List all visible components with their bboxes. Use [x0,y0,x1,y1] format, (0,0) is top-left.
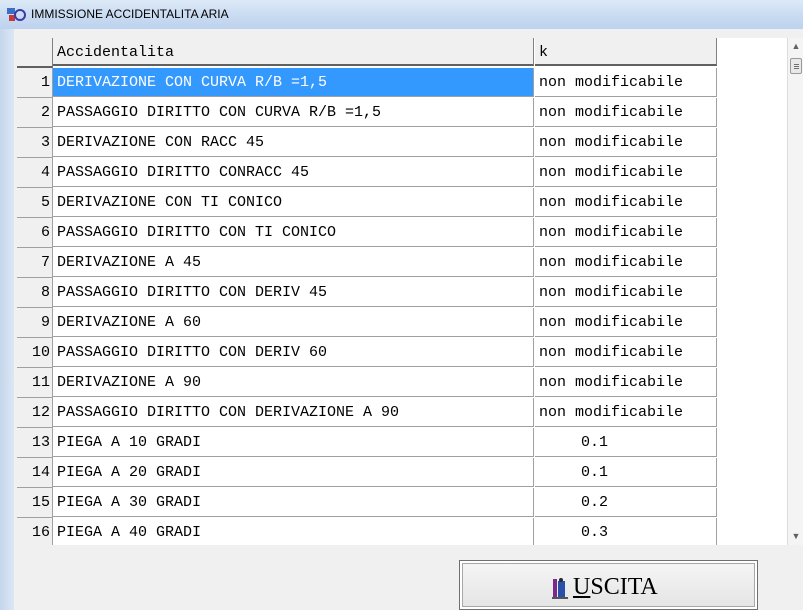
scroll-down-icon[interactable]: ▼ [788,528,803,545]
table-row[interactable]: 4 PASSAGGIO DIRITTO CONRACC 45 non modific… [17,158,718,188]
row-number[interactable]: 5 [17,188,53,218]
accidentalita-cell[interactable]: DERIVAZIONE CON TI CONICO [53,188,534,217]
column-header-accidentalita[interactable]: Accidentalita [53,38,534,66]
row-number[interactable]: 8 [17,278,53,308]
k-cell[interactable]: non modificabile [535,128,717,157]
accidentalita-cell[interactable]: PASSAGGIO DIRITTO CON CURVA R/B =1,5 [53,98,534,127]
k-cell[interactable]: non modificabile [535,68,717,97]
accidentalita-cell[interactable]: PASSAGGIO DIRITTO CON DERIV 60 [53,338,534,367]
grid-header-row: Accidentalita k [17,38,718,68]
accidentalita-cell[interactable]: PIEGA A 30 GRADI [53,488,534,517]
table-row[interactable]: 14 PIEGA A 20 GRADI 0.1 [17,458,718,488]
table-row[interactable]: 8 PASSAGGIO DIRITTO CON DERIV 45 non modif… [17,278,718,308]
accidentalita-cell[interactable]: PASSAGGIO DIRITTO CON TI CONICO [53,218,534,247]
table-row[interactable]: 13 PIEGA A 10 GRADI 0.1 [17,428,718,458]
table-row[interactable]: 1 DERIVAZIONE CON CURVA R/B =1,5 non modif… [17,68,718,98]
accidentalita-cell[interactable]: PASSAGGIO DIRITTO CON DERIV 45 [53,278,534,307]
k-cell[interactable]: non modificabile [535,188,717,217]
accidentalita-cell[interactable]: DERIVAZIONE CON CURVA R/B =1,5 [53,68,534,97]
app-icon [7,8,26,21]
table-row[interactable]: 6 PASSAGGIO DIRITTO CON TI CONICO non modi… [17,218,718,248]
accidentalita-cell[interactable]: DERIVAZIONE CON RACC 45 [53,128,534,157]
scroll-up-icon[interactable]: ▲ [788,38,803,55]
uscita-button[interactable]: USCITA [459,560,758,610]
accidentalita-grid[interactable]: Accidentalita k 1 DERIVAZIONE CON CURVA R… [17,38,803,545]
row-number[interactable]: 1 [17,68,53,98]
row-number[interactable]: 3 [17,128,53,158]
row-number[interactable]: 14 [17,458,53,488]
row-number[interactable]: 9 [17,308,53,338]
scroll-thumb[interactable] [790,58,802,74]
accidentalita-cell[interactable]: PASSAGGIO DIRITTO CON DERIVAZIONE A 90 [53,398,534,427]
row-number[interactable]: 10 [17,338,53,368]
table-row[interactable]: 9 DERIVAZIONE A 60 non modificabile [17,308,718,338]
k-cell[interactable]: 0.1 [535,458,717,487]
accidentalita-cell[interactable]: DERIVAZIONE A 45 [53,248,534,277]
table-row[interactable]: 11 DERIVAZIONE A 90 non modificabile [17,368,718,398]
k-cell[interactable]: 0.3 [535,518,717,545]
row-number[interactable]: 16 [17,518,53,545]
k-cell[interactable]: non modificabile [535,338,717,367]
table-row[interactable]: 3 DERIVAZIONE CON RACC 45 non modificabile [17,128,718,158]
row-number[interactable]: 12 [17,398,53,428]
accidentalita-cell[interactable]: PIEGA A 20 GRADI [53,458,534,487]
k-cell[interactable]: 0.1 [535,428,717,457]
row-number[interactable]: 11 [17,368,53,398]
k-cell[interactable]: non modificabile [535,98,717,127]
table-row[interactable]: 7 DERIVAZIONE A 45 non modificabile [17,248,718,278]
row-number[interactable]: 6 [17,218,53,248]
vertical-scrollbar[interactable]: ▲ ▼ [787,38,803,545]
door-exit-icon [552,578,568,599]
k-cell[interactable]: non modificabile [535,248,717,277]
table-row[interactable]: 2 PASSAGGIO DIRITTO CON CURVA R/B =1,5 non… [17,98,718,128]
table-row[interactable]: 15 PIEGA A 30 GRADI 0.2 [17,488,718,518]
row-number[interactable]: 2 [17,98,53,128]
table-row[interactable]: 16 PIEGA A 40 GRADI 0.3 [17,518,718,545]
k-cell[interactable]: 0.2 [535,488,717,517]
k-cell[interactable]: non modificabile [535,308,717,337]
k-cell[interactable]: non modificabile [535,278,717,307]
k-cell[interactable]: non modificabile [535,158,717,187]
accidentalita-cell[interactable]: DERIVAZIONE A 60 [53,308,534,337]
window-title: IMMISSIONE ACCIDENTALITA ARIA [31,7,229,21]
row-number[interactable]: 15 [17,488,53,518]
table-row[interactable]: 12 PASSAGGIO DIRITTO CON DERIVAZIONE A 90… [17,398,718,428]
uscita-label: USCITA [573,574,658,600]
row-number[interactable]: 7 [17,248,53,278]
accidentalita-cell[interactable]: PIEGA A 10 GRADI [53,428,534,457]
accidentalita-cell[interactable]: DERIVAZIONE A 90 [53,368,534,397]
window-left-edge [0,29,14,610]
k-cell[interactable]: non modificabile [535,398,717,427]
title-bar[interactable]: IMMISSIONE ACCIDENTALITA ARIA [0,0,803,30]
column-header-k[interactable]: k [535,38,717,66]
table-row[interactable]: 10 PASSAGGIO DIRITTO CON DERIV 60 non modi… [17,338,718,368]
k-cell[interactable]: non modificabile [535,218,717,247]
accidentalita-cell[interactable]: PASSAGGIO DIRITTO CONRACC 45 [53,158,534,187]
grid-corner-cell[interactable] [17,38,53,68]
table-row[interactable]: 5 DERIVAZIONE CON TI CONICO non modificabi… [17,188,718,218]
k-cell[interactable]: non modificabile [535,368,717,397]
accidentalita-cell[interactable]: PIEGA A 40 GRADI [53,518,534,545]
row-number[interactable]: 13 [17,428,53,458]
row-number[interactable]: 4 [17,158,53,188]
